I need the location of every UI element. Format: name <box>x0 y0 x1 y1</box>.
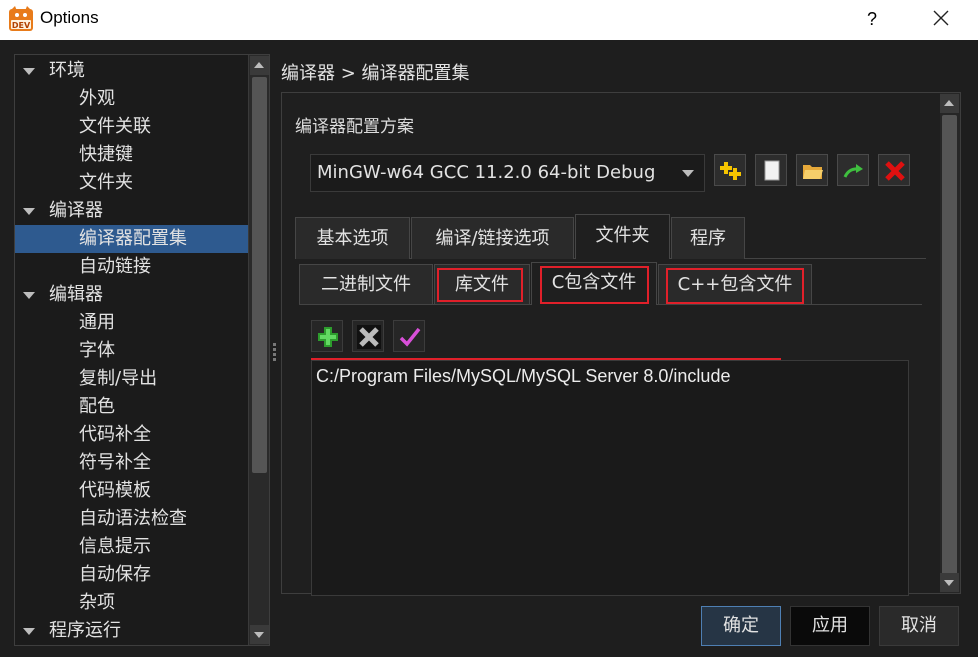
panel-splitter[interactable] <box>273 343 276 361</box>
compiler-set-label: 编译器配置方案 <box>295 117 414 137</box>
open-folder-icon <box>803 165 823 179</box>
tree-item-label: 文件关联 <box>79 116 151 137</box>
subtab-cpp-include-files[interactable]: C++包含文件 <box>658 264 812 304</box>
tree-item-label: 复制/导出 <box>79 368 158 389</box>
close-button[interactable] <box>916 0 966 40</box>
expand-arrow-icon[interactable] <box>23 628 35 635</box>
tree-item-label: 信息提示 <box>79 536 151 557</box>
add-plus-icon <box>318 327 338 347</box>
tree-item[interactable]: 信息提示 <box>15 533 248 561</box>
expand-arrow-icon[interactable] <box>23 68 35 75</box>
tab-basic-options[interactable]: 基本选项 <box>295 217 410 259</box>
tree-item[interactable]: 自动链接 <box>15 253 248 281</box>
panel-scroll-down-button[interactable] <box>940 573 959 592</box>
add-profile-button[interactable] <box>714 154 746 186</box>
tree-item-label: 通用 <box>79 312 115 333</box>
tree-item[interactable]: 文件关联 <box>15 113 248 141</box>
copy-profile-icon <box>764 160 780 181</box>
tree-item-label: 编译器 <box>49 200 103 221</box>
remove-x-icon <box>357 325 381 349</box>
copy-profile-button[interactable] <box>755 154 787 186</box>
delete-profile-button[interactable] <box>878 154 910 186</box>
tree-item[interactable]: 复制/导出 <box>15 365 248 393</box>
tab-programs[interactable]: 程序 <box>671 217 745 259</box>
title-bar: DEV Options ? <box>0 0 978 40</box>
tree-item[interactable]: 程序运行 <box>15 617 248 645</box>
rename-arrow-icon <box>843 164 863 178</box>
tree-item-label: 符号补全 <box>79 452 151 473</box>
tree-item[interactable]: 杂项 <box>15 589 248 617</box>
tree-item[interactable]: 代码模板 <box>15 477 248 505</box>
apply-button[interactable]: 应用 <box>790 606 870 646</box>
subtab-binary-files[interactable]: 二进制文件 <box>299 264 433 304</box>
add-profile-icon <box>720 162 741 180</box>
tree-item-label: 自动语法检查 <box>79 508 187 529</box>
rename-profile-button[interactable] <box>837 154 869 186</box>
ok-button[interactable]: 确定 <box>701 606 781 646</box>
open-folder-button[interactable] <box>796 154 828 186</box>
tree-item-label: 文件夹 <box>79 172 133 193</box>
chevron-down-icon <box>682 170 694 177</box>
tree-item[interactable]: 符号补全 <box>15 449 248 477</box>
breadcrumb: 编译器 > 编译器配置集 <box>281 63 470 84</box>
tree-item[interactable]: 通用 <box>15 309 248 337</box>
tree-item-label: 杂项 <box>79 592 115 613</box>
tree-item-label: 代码模板 <box>79 480 151 501</box>
tree-item[interactable]: 代码补全 <box>15 421 248 449</box>
subtab-library-files[interactable]: 库文件 <box>434 264 530 304</box>
panel-scroll-up-button[interactable] <box>940 94 959 113</box>
tree-item-label: 自动链接 <box>79 256 151 277</box>
tree-item[interactable]: 外观 <box>15 85 248 113</box>
validate-directory-button[interactable] <box>393 320 425 352</box>
svg-text:DEV: DEV <box>12 21 31 30</box>
devcpp-app-icon: DEV <box>9 6 33 31</box>
tree-scrollbar[interactable] <box>248 55 269 645</box>
compiler-profile-value: MinGW-w64 GCC 11.2.0 64-bit Debug <box>317 162 656 183</box>
tree-scroll-thumb[interactable] <box>252 77 267 473</box>
tree-item-label: 快捷键 <box>79 144 133 165</box>
panel-scrollbar[interactable] <box>940 93 960 593</box>
tree-item-label: 自动保存 <box>79 564 151 585</box>
tree-item[interactable]: 编辑器 <box>15 281 248 309</box>
tab-compile-link-options[interactable]: 编译/链接选项 <box>411 217 574 259</box>
tree-item-label: 代码补全 <box>79 424 151 445</box>
tree-item[interactable]: 配色 <box>15 393 248 421</box>
add-directory-button[interactable] <box>311 320 343 352</box>
tree-item[interactable]: 自动语法检查 <box>15 505 248 533</box>
tab-folders[interactable]: 文件夹 <box>575 214 670 259</box>
remove-directory-button[interactable] <box>352 320 384 352</box>
subtab-c-include-files[interactable]: C包含文件 <box>531 262 657 305</box>
panel-scroll-thumb[interactable] <box>942 115 957 585</box>
list-item[interactable]: C:/Program Files/MySQL/MySQL Server 8.0/… <box>316 366 730 387</box>
tree-item[interactable]: 字体 <box>15 337 248 365</box>
tree-scroll-up-button[interactable] <box>250 56 269 75</box>
tree-item-label: 程序运行 <box>49 620 121 641</box>
help-button[interactable]: ? <box>852 0 892 40</box>
window-title: Options <box>40 8 99 27</box>
expand-arrow-icon[interactable] <box>23 292 35 299</box>
cancel-button[interactable]: 取消 <box>879 606 959 646</box>
tree-item[interactable]: 编译器 <box>15 197 248 225</box>
tree-scroll-down-button[interactable] <box>250 625 269 644</box>
settings-tree[interactable]: 环境外观文件关联快捷键文件夹编译器编译器配置集 自动链接编辑器通用字体复制/导出配… <box>14 54 270 646</box>
close-icon <box>933 10 949 26</box>
tree-item[interactable]: 快捷键 <box>15 141 248 169</box>
tree-item[interactable]: 文件夹 <box>15 169 248 197</box>
validate-check-icon <box>399 327 421 347</box>
compiler-profile-select[interactable]: MinGW-w64 GCC 11.2.0 64-bit Debug <box>310 154 705 192</box>
tree-item-label: 编译器配置集 <box>79 228 187 249</box>
tree-item[interactable]: 环境 <box>15 57 248 85</box>
tree-item-label: 环境 <box>49 60 85 81</box>
tree-item[interactable]: 自动保存 <box>15 561 248 589</box>
tree-item-label: 字体 <box>79 340 115 361</box>
expand-arrow-icon[interactable] <box>23 208 35 215</box>
tree-item-label: 外观 <box>79 88 115 109</box>
tree-item-label: 配色 <box>79 396 115 417</box>
tree-item-label: 编辑器 <box>49 284 103 305</box>
delete-x-icon <box>885 161 905 181</box>
tree-item[interactable]: 编译器配置集 <box>15 225 248 253</box>
include-directory-list[interactable]: C:/Program Files/MySQL/MySQL Server 8.0/… <box>311 360 909 596</box>
